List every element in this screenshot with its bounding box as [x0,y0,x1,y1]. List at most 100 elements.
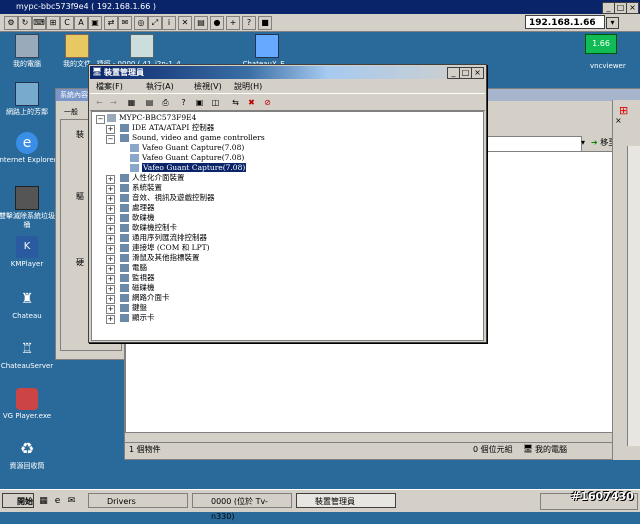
tree-device-item[interactable]: Vafeo Guant Capture(7.08) [130,163,247,173]
expand-toggle[interactable]: + [106,175,115,184]
ctrl-alt-del-icon[interactable]: ⌨ [32,16,46,30]
close-button[interactable]: × [471,67,484,79]
tree-root[interactable]: MYPC-BBC573F9E4 [107,113,196,123]
desktop-icon-ie[interactable]: e Internet Explorer [0,132,57,165]
tree-category-item[interactable]: 電腦 [120,263,147,273]
desktop-icon-chateauserver[interactable]: ♖ ChateauServer [0,338,57,371]
expand-toggle[interactable]: + [106,275,115,284]
fullscreen-icon[interactable]: ▣ [88,16,102,30]
view-only-icon[interactable]: ◎ [134,16,148,30]
ie-quicklaunch-icon[interactable]: e [52,496,63,507]
expand-toggle[interactable]: + [106,305,115,314]
tree-category-item[interactable]: 音效、視訊及遊戲控制器 [120,193,215,203]
outlook-icon[interactable]: ✉ [66,496,77,507]
menu-action[interactable]: 執行(A) [146,81,174,92]
tree-category-item[interactable]: Sound, video and game controllers [120,133,265,143]
tree-category-item[interactable]: 軟碟機控制卡 [120,223,177,233]
expand-toggle[interactable]: + [106,185,115,194]
host-field[interactable]: 192.168.1.66 [525,15,605,29]
ctrl-icon[interactable]: C [60,16,74,30]
desktop-icon-network[interactable]: 網路上的芳鄰 [0,82,57,117]
tree-device-item[interactable]: Vafeo Guant Capture(7.08) [130,153,244,163]
expand-toggle[interactable]: − [106,135,115,144]
tree-category-item[interactable]: 鍵盤 [120,303,147,313]
desktop-icon-recycle-bin[interactable]: ♻ 資源回收筒 [0,438,57,471]
desktop-icon-kmplayer[interactable]: K KMPlayer [0,236,57,269]
vertical-scrollbar[interactable] [627,146,640,446]
scan-icon[interactable]: ⇆ [230,97,241,108]
properties-icon[interactable]: ▤ [144,97,155,108]
tree-category-item[interactable]: 磁碟機 [120,283,155,293]
scale-icon[interactable]: ⤢ [148,16,162,30]
device-icon[interactable]: ◫ [210,97,221,108]
view-icon[interactable]: ▣ [194,97,205,108]
help-icon[interactable]: ? [242,16,256,30]
expand-toggle[interactable]: + [106,205,115,214]
info-icon[interactable]: i [162,16,176,30]
tree-category-item[interactable]: 系統裝置 [120,183,162,193]
address-dropdown-icon[interactable]: ▾ [581,136,591,150]
transfer-icon[interactable]: ⇄ [104,16,118,30]
expand-toggle[interactable]: + [106,315,115,324]
record-icon[interactable]: ● [210,16,224,30]
device-tree[interactable]: − MYPC-BBC573F9E4 + IDE ATA/ATAPI 控制器 − Sou… [91,111,484,341]
menu-view[interactable]: 檢視(V) [194,81,222,92]
options-icon[interactable]: ⚙ [4,16,18,30]
device-manager-window[interactable]: 🖥 裝置管理員 _ □ × 檔案(F) 執行(A) 檢視(V) 說明(H) ← … [88,64,487,343]
uninstall-icon[interactable]: ✖ [246,97,257,108]
tree-category-item[interactable]: 軟碟機 [120,213,155,223]
device-manager-title-bar[interactable]: 🖥 裝置管理員 _ □ × [90,66,485,79]
back-icon[interactable]: ← [94,97,105,108]
close-icon[interactable]: × [615,116,622,125]
up-icon[interactable]: ▦ [126,97,137,108]
disconnect-icon[interactable]: ✕ [178,16,192,30]
tree-category-item[interactable]: IDE ATA/ATAPI 控制器 [120,123,214,133]
close-session-icon[interactable]: ■ [258,16,272,30]
expand-toggle[interactable]: + [106,235,115,244]
vnc-badge[interactable]: 1.66 [585,34,617,54]
forward-icon[interactable]: → [108,97,119,108]
menu-file[interactable]: 檔案(F) [96,81,123,92]
tree-category-item[interactable]: 處理器 [120,203,155,213]
chat-icon[interactable]: ✉ [118,16,132,30]
task-drivers[interactable]: Drivers [88,493,188,508]
tree-category-item[interactable]: 顯示卡 [120,313,155,323]
help-icon[interactable]: ? [178,97,189,108]
desktop-icon-cleaner[interactable]: 雙擊滅除系統垃圾桶 [0,186,57,230]
expand-toggle[interactable]: + [106,225,115,234]
expand-toggle[interactable]: + [106,295,115,304]
alt-icon[interactable]: A [74,16,88,30]
new-connection-icon[interactable]: + [226,16,240,30]
desktop-icon-vgplayer[interactable]: VG Player.exe [0,388,57,421]
menu-help[interactable]: 說明(H) [234,81,262,92]
background-window-right[interactable]: ⊞ × [612,100,640,460]
start-button[interactable]: 開始 [2,493,34,508]
tree-device-item[interactable]: Vafeo Guant Capture(7.08) [130,143,244,153]
task-device-manager[interactable]: 裝置管理員 [296,493,396,508]
tree-category-item[interactable]: 人性化介面裝置 [120,173,185,183]
tree-category-item[interactable]: 通用序列匯流排控制器 [120,233,207,243]
disable-icon[interactable]: ⊘ [262,97,273,108]
expand-toggle[interactable]: + [106,245,115,254]
screenshot-icon[interactable]: ▤ [194,16,208,30]
expand-toggle[interactable]: + [106,215,115,224]
tree-category-item[interactable]: 監視器 [120,273,155,283]
tree-category-item[interactable]: 滑鼠及其他指標裝置 [120,253,200,263]
expand-toggle[interactable]: + [106,125,115,134]
host-dropdown-icon[interactable]: ▾ [606,17,619,29]
expand-toggle[interactable]: + [106,255,115,264]
vnc-title-bar[interactable]: mypc-bbc573f9e4 ( 192.168.1.66 ) _ □ × [0,0,640,14]
desktop-icon-chateau[interactable]: ♜ Chateau [0,288,57,321]
expand-toggle[interactable]: + [106,195,115,204]
expand-toggle[interactable]: + [106,285,115,294]
close-button[interactable]: × [626,2,639,14]
start-icon[interactable]: ⊞ [46,16,60,30]
expand-toggle[interactable]: + [106,265,115,274]
tree-category-item[interactable]: 連接埠 (COM 和 LPT) [120,243,210,253]
tab-general[interactable]: 一般 [64,107,78,117]
task-folder[interactable]: 0000 (位於 Tv-n330) [192,493,292,521]
print-icon[interactable]: ⎙ [160,97,171,108]
tree-category-item[interactable]: 網路介面卡 [120,293,170,303]
desktop-icon[interactable]: ▦ [38,496,49,507]
refresh-icon[interactable]: ↻ [18,16,32,30]
